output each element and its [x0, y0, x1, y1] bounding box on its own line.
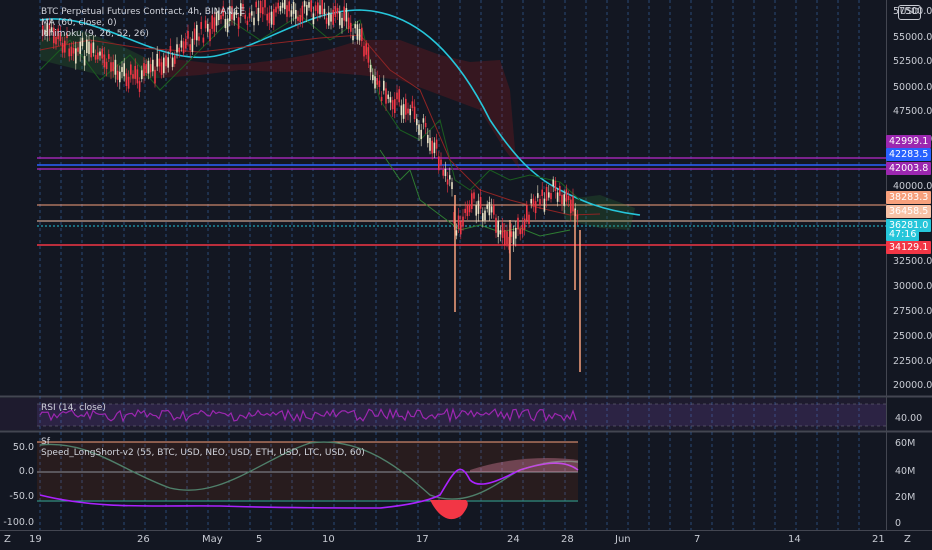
osc-axis-right-label: 60M — [895, 438, 916, 449]
price-axis-label: 27500.0 — [893, 306, 932, 317]
date-axis-label: 21 — [872, 534, 885, 545]
osc-axis-left-label: 0.0 — [18, 466, 34, 477]
date-axis-label: 26 — [137, 534, 150, 545]
price-axis-label: 32500.0 — [893, 256, 932, 267]
price-axis-label: 22500.0 — [893, 356, 932, 367]
osc-axis-left-label: -100.0 — [3, 517, 34, 528]
chart-canvas[interactable] — [0, 0, 932, 550]
date-axis-label: 14 — [788, 534, 801, 545]
rsi-axis-label: 40.00 — [895, 413, 923, 424]
price-tag: 38283.3 — [886, 191, 932, 204]
date-axis-label: 7 — [694, 534, 701, 545]
date-axis-label: Jun — [615, 534, 631, 545]
legend-sf[interactable]: Sf — [41, 437, 50, 448]
price-axis-label: 52500.0 — [893, 56, 932, 67]
legend-ma[interactable]: MA (60, close, 0) — [41, 18, 117, 29]
price-axis-label: 47500.0 — [893, 106, 932, 117]
price-tag: 42283.5 — [886, 148, 932, 161]
legend-symbol[interactable]: BTC Perpetual Futures Contract, 4h, BINA… — [41, 7, 245, 18]
price-tag: 34129.1 — [886, 241, 932, 254]
legend-ichimoku[interactable]: Ichimoku (9, 26, 52, 26) — [41, 29, 149, 40]
date-axis-label: 10 — [322, 534, 335, 545]
osc-axis-left-label: 50.0 — [12, 442, 34, 453]
osc-axis-left-label: -50.0 — [9, 491, 34, 502]
price-tag: 42999.1 — [886, 135, 932, 148]
price-axis-label: 20000.0 — [893, 380, 932, 391]
legend-speed[interactable]: Speed_LongShort-v2 (55, BTC, USD, NEO, U… — [41, 448, 365, 459]
osc-axis-right-label: 40M — [895, 466, 916, 477]
date-axis-label: 5 — [256, 534, 263, 545]
price-tag: 42003.8 — [886, 162, 932, 175]
date-axis-label: 28 — [561, 534, 574, 545]
price-axis-label: 50000.0 — [893, 82, 932, 93]
osc-axis-right-label: 20M — [895, 492, 916, 503]
price-tag: 47:16 — [886, 228, 920, 241]
price-axis-label: 25000.0 — [893, 331, 932, 342]
date-axis-label: 19 — [29, 534, 42, 545]
legend-rsi[interactable]: RSI (14, close) — [41, 403, 106, 414]
price-tag: 36458.5 — [886, 205, 932, 218]
price-axis-label: 30000.0 — [893, 281, 932, 292]
date-axis-label: 17 — [416, 534, 429, 545]
z-corner-icon[interactable]: Z — [904, 534, 911, 545]
date-axis-label: May — [202, 534, 223, 545]
price-axis-label: 57500.0 — [893, 6, 932, 17]
date-axis-label: 24 — [507, 534, 520, 545]
price-axis-label: 55000.0 — [893, 32, 932, 43]
osc-axis-right-label: 0 — [895, 518, 902, 529]
z-corner-icon[interactable]: Z — [4, 534, 11, 545]
